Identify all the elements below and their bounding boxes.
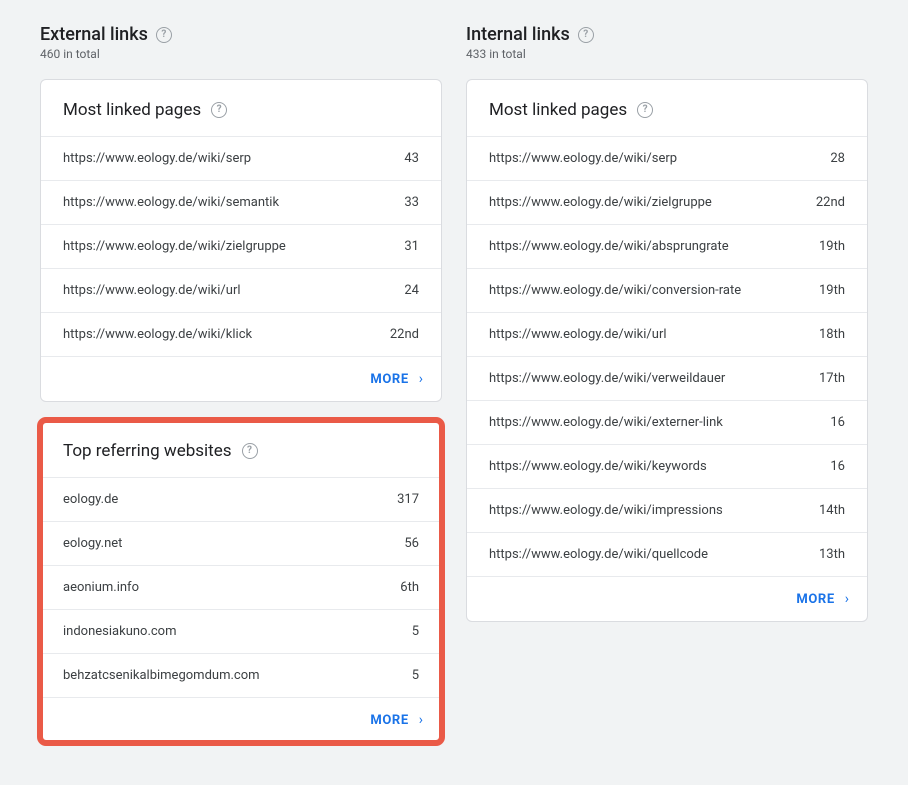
table-row[interactable]: https://www.eology.de/wiki/url24 bbox=[41, 268, 441, 312]
help-icon[interactable]: ? bbox=[578, 27, 594, 43]
help-icon[interactable]: ? bbox=[211, 102, 227, 118]
table-row[interactable]: https://www.eology.de/wiki/serp28 bbox=[467, 136, 867, 180]
card-title: Top referring websites bbox=[63, 441, 232, 461]
table-row[interactable]: https://www.eology.de/wiki/url18th bbox=[467, 312, 867, 356]
card-most-linked-internal: Most linked pages ? https://www.eology.d… bbox=[466, 79, 868, 622]
table-row[interactable]: aeonium.info6th bbox=[41, 565, 441, 609]
help-icon[interactable]: ? bbox=[242, 443, 258, 459]
more-button[interactable]: MORE › bbox=[467, 576, 867, 621]
table-row[interactable]: https://www.eology.de/wiki/semantik33 bbox=[41, 180, 441, 224]
table-row[interactable]: https://www.eology.de/wiki/absprungrate1… bbox=[467, 224, 867, 268]
chevron-right-icon: › bbox=[419, 371, 423, 387]
table-row[interactable]: https://www.eology.de/wiki/zielgruppe31 bbox=[41, 224, 441, 268]
external-subtitle: 460 in total bbox=[40, 47, 442, 61]
table-row[interactable]: https://www.eology.de/wiki/impressions14… bbox=[467, 488, 867, 532]
external-header: External links ? 460 in total bbox=[40, 24, 442, 61]
card-title: Most linked pages bbox=[489, 100, 627, 120]
table-row[interactable]: https://www.eology.de/wiki/zielgruppe22n… bbox=[467, 180, 867, 224]
internal-header: Internal links ? 433 in total bbox=[466, 24, 868, 61]
table-row[interactable]: https://www.eology.de/wiki/serp43 bbox=[41, 136, 441, 180]
table-row[interactable]: https://www.eology.de/wiki/verweildauer1… bbox=[467, 356, 867, 400]
table-row[interactable]: https://www.eology.de/wiki/quellcode13th bbox=[467, 532, 867, 576]
table-row[interactable]: https://www.eology.de/wiki/klick22nd bbox=[41, 312, 441, 356]
layout: External links ? 460 in total Most linke… bbox=[40, 24, 868, 761]
help-icon[interactable]: ? bbox=[637, 102, 653, 118]
more-button[interactable]: MORE › bbox=[41, 697, 441, 742]
external-title: External links bbox=[40, 24, 148, 45]
table-row[interactable]: behzatcsenikalbimegomdum.com5 bbox=[41, 653, 441, 697]
internal-column: Internal links ? 433 in total Most linke… bbox=[466, 24, 868, 761]
more-button[interactable]: MORE › bbox=[41, 356, 441, 401]
internal-title: Internal links bbox=[466, 24, 570, 45]
card-most-linked-external: Most linked pages ? https://www.eology.d… bbox=[40, 79, 442, 402]
card-top-referring: Top referring websites ? eology.de317 eo… bbox=[40, 420, 442, 743]
card-title: Most linked pages bbox=[63, 100, 201, 120]
internal-subtitle: 433 in total bbox=[466, 47, 868, 61]
table-row[interactable]: https://www.eology.de/wiki/conversion-ra… bbox=[467, 268, 867, 312]
help-icon[interactable]: ? bbox=[156, 27, 172, 43]
table-row[interactable]: eology.de317 bbox=[41, 477, 441, 521]
table-row[interactable]: https://www.eology.de/wiki/keywords16 bbox=[467, 444, 867, 488]
table-row[interactable]: eology.net56 bbox=[41, 521, 441, 565]
table-row[interactable]: https://www.eology.de/wiki/externer-link… bbox=[467, 400, 867, 444]
external-column: External links ? 460 in total Most linke… bbox=[40, 24, 442, 761]
table-row[interactable]: indonesiakuno.com5 bbox=[41, 609, 441, 653]
chevron-right-icon: › bbox=[845, 591, 849, 607]
chevron-right-icon: › bbox=[419, 712, 423, 728]
